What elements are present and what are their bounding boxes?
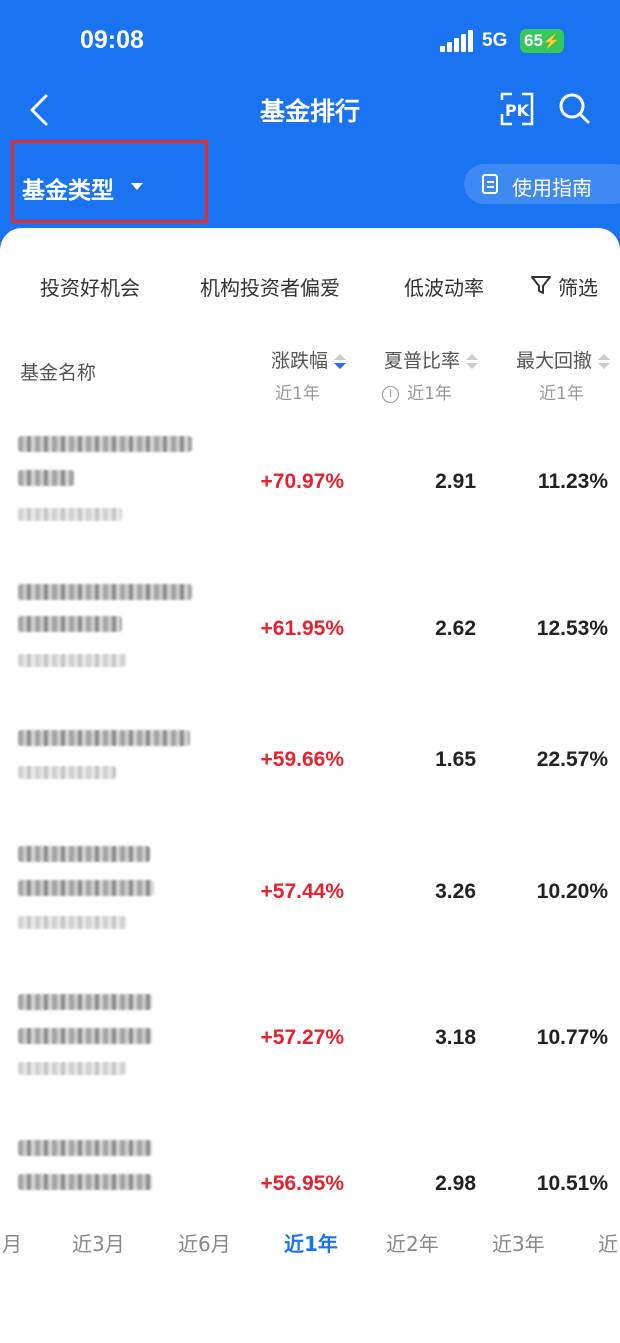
fund-type-dropdown[interactable]: 基金类型 [11,140,208,223]
quick-filters: 投资好机会 机构投资者偏爱 低波动率 筛选 [0,268,620,304]
header-sharpe-label: 夏普比率 [383,350,460,372]
filter-investment-opportunity[interactable]: 投资好机会 [40,272,140,301]
sort-icon [466,353,478,370]
status-bar: 09:08 5G 65⚡ [0,0,620,84]
fund-name-redacted [18,1174,152,1190]
fund-name-redacted [18,994,152,1010]
document-icon [482,174,498,194]
change-value: +70.97% [260,470,345,493]
table-row[interactable]: +56.95% 2.98 10.51% [0,1134,620,1214]
fund-name-redacted [18,436,192,452]
drawdown-value: 10.20% [536,880,608,903]
table-row[interactable]: +57.27% 3.18 10.77% [0,988,620,1108]
period-tabs: 月 近3月 近6月 近1年 近2年 近3年 近 [0,1228,620,1268]
change-value: +61.95% [260,617,345,640]
network-type: 5G [482,30,508,51]
type-bar: 基金类型 使用指南 [0,140,620,230]
header-change[interactable]: 涨跌幅 近1年 [200,346,346,404]
tab-6-months[interactable]: 近6月 [178,1228,231,1257]
filter-low-volatility[interactable]: 低波动率 [404,272,484,301]
filter-institution-favored[interactable]: 机构投资者偏爱 [200,272,340,301]
table-row[interactable]: +57.44% 3.26 10.20% [0,840,620,960]
drawdown-value: 12.53% [536,617,608,640]
sharpe-value: 3.26 [435,880,476,903]
fund-name-redacted [18,1028,152,1044]
tab-3-years[interactable]: 近3年 [492,1228,545,1257]
drawdown-value: 22.57% [536,748,608,771]
fund-name-redacted [18,880,154,896]
fund-code-redacted [18,1062,126,1075]
status-time: 09:08 [80,26,144,54]
sharpe-value: 2.62 [435,617,476,640]
fund-name-redacted [18,616,122,632]
fund-name-redacted [18,470,74,486]
header-sharpe-period: 近1年 [407,384,452,404]
header-change-period: 近1年 [275,384,320,404]
ranking-card: 投资好机会 机构投资者偏爱 低波动率 筛选 基金名称 涨跌幅 近1年 夏普比率 … [0,228,620,1343]
sharpe-value: 1.65 [435,748,476,771]
nav-bar: 基金排行 PK [0,84,620,134]
filter-button[interactable]: 筛选 [558,272,598,301]
drawdown-value: 11.23% [537,470,608,493]
table-row[interactable]: +59.66% 1.65 22.57% [0,726,620,806]
tab-more-period[interactable]: 近 [598,1228,618,1257]
pk-compare-icon[interactable]: PK [498,90,536,128]
usage-guide-button[interactable]: 使用指南 [464,164,620,204]
change-value: +57.44% [260,880,345,903]
fund-type-label: 基金类型 [22,178,114,204]
table-row[interactable]: +61.95% 2.62 12.53% [0,576,620,696]
change-value: +57.27% [260,1026,345,1049]
battery-level: 65 [524,31,543,50]
svg-text:PK: PK [505,101,530,120]
sharpe-value: 2.91 [435,470,476,493]
tab-3-months[interactable]: 近3月 [72,1228,125,1257]
fund-code-redacted [18,508,122,521]
drawdown-value: 10.77% [536,1026,608,1049]
fund-name-redacted [18,1140,152,1156]
sort-icon [598,353,610,370]
drawdown-value: 10.51% [536,1172,608,1195]
header-drawdown-period: 近1年 [539,384,584,404]
fund-name-redacted [18,846,150,862]
sharpe-value: 3.18 [435,1026,476,1049]
fund-name-redacted [18,584,192,600]
table-header: 基金名称 涨跌幅 近1年 夏普比率 i 近1年 最大回撤 近1年 [0,346,620,406]
info-icon[interactable]: i [382,385,400,403]
tab-1-year[interactable]: 近1年 [284,1228,338,1257]
table-row[interactable]: +70.97% 2.91 11.23% [0,428,620,548]
header-sharpe[interactable]: 夏普比率 i 近1年 [350,346,478,404]
header-change-label: 涨跌幅 [270,350,328,372]
fund-code-redacted [18,654,126,667]
battery-icon: 65⚡ [520,29,564,53]
header-fund-name: 基金名称 [20,362,97,384]
header-drawdown[interactable]: 最大回撤 近1年 [480,346,610,404]
sharpe-value: 2.98 [435,1172,476,1195]
signal-icon [440,30,474,52]
change-value: +59.66% [260,748,345,771]
tab-2-years[interactable]: 近2年 [386,1228,439,1257]
header-drawdown-label: 最大回撤 [515,350,592,372]
tab-1-month[interactable]: 月 [2,1228,22,1257]
change-value: +56.95% [260,1172,345,1195]
caret-down-icon [131,183,143,190]
fund-code-redacted [18,766,116,779]
fund-code-redacted [18,916,126,929]
usage-guide-label: 使用指南 [512,176,592,200]
charging-icon: ⚡ [542,33,561,49]
fund-name-redacted [18,730,190,746]
sort-desc-icon [334,353,346,370]
search-icon[interactable] [556,90,592,126]
filter-icon[interactable] [530,274,552,296]
